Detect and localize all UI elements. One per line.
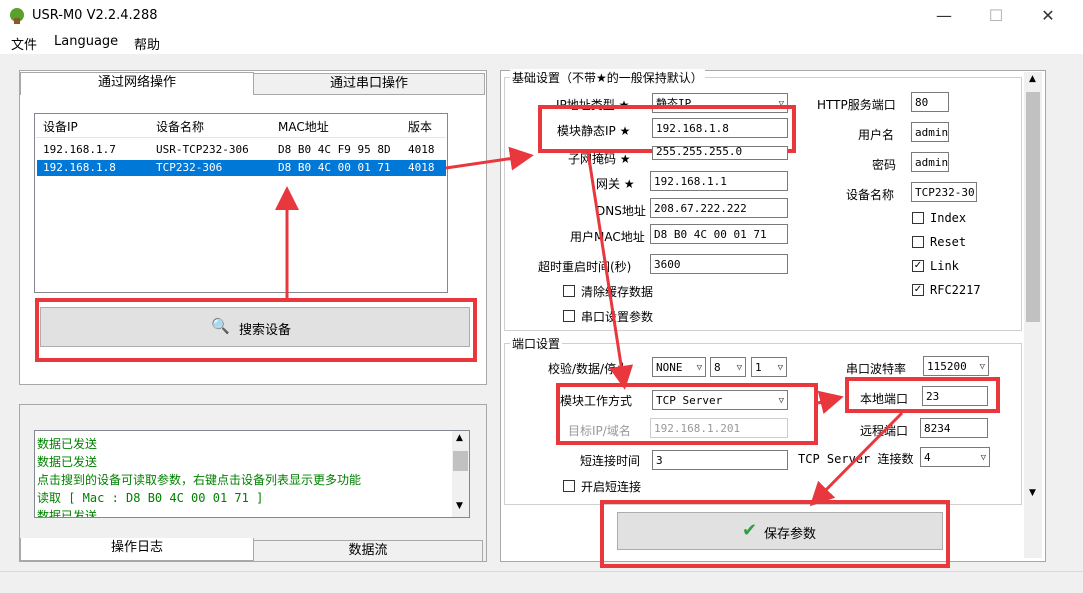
- arrow-port-to-save: [809, 411, 904, 507]
- arrow-row-to-ip: [445, 146, 534, 171]
- arrow-mode-to-port: [817, 390, 844, 415]
- annotation-arrows: [275, 146, 904, 507]
- arrow-ip-to-mode: [586, 151, 634, 390]
